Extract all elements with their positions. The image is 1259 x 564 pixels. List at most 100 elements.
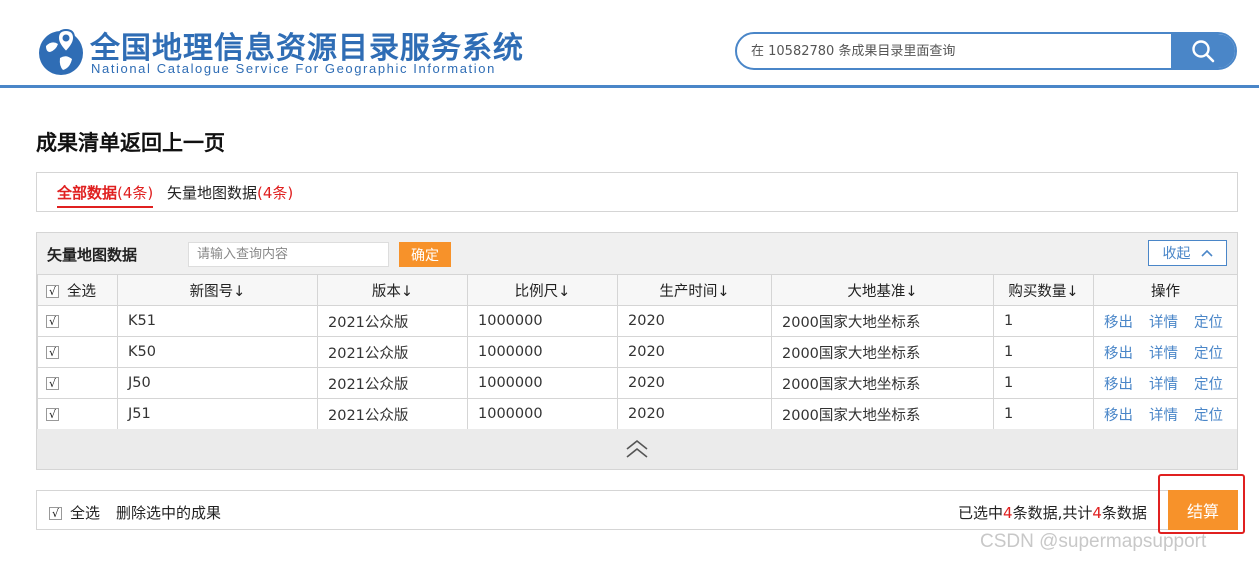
panel-title: 矢量地图数据 [47, 246, 138, 264]
cell-actions: 移出 详情 定位 [1093, 398, 1238, 430]
cell-actions: 移出 详情 定位 [1093, 367, 1238, 399]
cell-quantity: 1 [993, 398, 1094, 430]
select-all-checkbox[interactable]: √ [46, 285, 59, 298]
row-select-cell: √ [37, 367, 118, 399]
column-header-sheet[interactable]: 新图号↓ [117, 274, 318, 306]
row-select-cell: √ [37, 305, 118, 337]
column-header-quantity[interactable]: 购买数量↓ [993, 274, 1094, 306]
cell-year: 2020 [617, 305, 772, 337]
locate-link[interactable]: 定位 [1194, 408, 1223, 424]
results-table: √ 全选 新图号↓ 版本↓ 比例尺↓ 生产时间↓ 大地基准↓ 购买数量↓ 操作 √… [37, 274, 1238, 430]
table-header-row: √ 全选 新图号↓ 版本↓ 比例尺↓ 生产时间↓ 大地基准↓ 购买数量↓ 操作 [37, 274, 1238, 306]
column-header-scale[interactable]: 比例尺↓ [467, 274, 618, 306]
collapse-button[interactable]: 收起 [1148, 240, 1227, 266]
cell-quantity: 1 [993, 336, 1094, 368]
page-title[interactable]: 成果清单返回上一页 [36, 127, 225, 157]
cell-scale: 1000000 [467, 305, 618, 337]
search-button[interactable] [1171, 34, 1235, 68]
tab-vector-label: 矢量地图数据 [167, 184, 258, 202]
column-header-edition[interactable]: 版本↓ [317, 274, 468, 306]
cell-datum: 2000国家大地坐标系 [771, 367, 994, 399]
cell-year: 2020 [617, 367, 772, 399]
remove-link[interactable]: 移出 [1104, 377, 1133, 393]
table-row: √ K51 2021公众版 1000000 2020 2000国家大地坐标系 1… [37, 305, 1238, 337]
cell-edition: 2021公众版 [317, 305, 468, 337]
cell-sheet: J50 [117, 367, 318, 399]
footer-select-all-checkbox[interactable]: √ [49, 507, 62, 520]
expand-toggle[interactable] [37, 429, 1237, 469]
collapse-label: 收起 [1162, 246, 1191, 262]
select-all-label: 全选 [67, 283, 96, 300]
row-select-cell: √ [37, 398, 118, 430]
panel-header: 矢量地图数据 确定 收起 [37, 233, 1237, 274]
column-header-actions: 操作 [1093, 274, 1238, 306]
cell-year: 2020 [617, 398, 772, 430]
details-link[interactable]: 详情 [1149, 315, 1178, 331]
row-checkbox[interactable]: √ [46, 314, 59, 328]
row-checkbox[interactable]: √ [46, 407, 59, 421]
site-subtitle: National Catalogue Service For Geographi… [91, 61, 496, 76]
globe-pin-logo-icon [39, 28, 83, 75]
selected-count: 4 [1003, 504, 1013, 522]
search-box [735, 32, 1237, 70]
chevron-up-icon [1200, 249, 1213, 257]
search-icon [1192, 40, 1215, 63]
column-header-datum[interactable]: 大地基准↓ [771, 274, 994, 306]
tab-bar: 全部数据(4条) 矢量地图数据(4条) [36, 172, 1238, 212]
cell-sheet: J51 [117, 398, 318, 430]
header-select-all[interactable]: √ 全选 [37, 274, 118, 306]
selection-summary: 已选中4条数据,共计4条数据 [958, 502, 1147, 523]
locate-link[interactable]: 定位 [1194, 346, 1223, 362]
cell-sheet: K51 [117, 305, 318, 337]
cell-year: 2020 [617, 336, 772, 368]
confirm-button[interactable]: 确定 [399, 242, 451, 267]
tab-all-data[interactable]: 全部数据(4条) [57, 182, 154, 208]
search-input[interactable] [737, 34, 1173, 68]
details-link[interactable]: 详情 [1149, 346, 1178, 362]
cell-actions: 移出 详情 定位 [1093, 305, 1238, 337]
tab-all-count: (4条) [117, 184, 154, 202]
remove-link[interactable]: 移出 [1104, 346, 1133, 362]
row-checkbox[interactable]: √ [46, 376, 59, 390]
cell-datum: 2000国家大地坐标系 [771, 398, 994, 430]
footer-bar: √ 全选 删除选中的成果 已选中4条数据,共计4条数据 [36, 490, 1238, 530]
footer-select-all-label: 全选 [70, 504, 101, 522]
table-row: √ K50 2021公众版 1000000 2020 2000国家大地坐标系 1… [37, 336, 1238, 368]
cell-quantity: 1 [993, 305, 1094, 337]
cell-actions: 移出 详情 定位 [1093, 336, 1238, 368]
filter-input[interactable] [188, 242, 389, 267]
cell-scale: 1000000 [467, 398, 618, 430]
delete-selected-button[interactable]: 删除选中的成果 [116, 502, 221, 523]
cell-scale: 1000000 [467, 367, 618, 399]
summary-suffix: 条数据 [1101, 504, 1147, 522]
total-count: 4 [1092, 504, 1102, 522]
locate-link[interactable]: 定位 [1194, 377, 1223, 393]
watermark: CSDN @supermapsupport [980, 531, 1207, 552]
locate-link[interactable]: 定位 [1194, 315, 1223, 331]
row-checkbox[interactable]: √ [46, 345, 59, 359]
site-header: 全国地理信息资源目录服务系统 National Catalogue Servic… [0, 0, 1259, 88]
table-row: √ J51 2021公众版 1000000 2020 2000国家大地坐标系 1… [37, 398, 1238, 430]
checkout-highlight: 结算 [1158, 474, 1245, 534]
tab-vector-count: (4条) [257, 184, 294, 202]
remove-link[interactable]: 移出 [1104, 408, 1133, 424]
details-link[interactable]: 详情 [1149, 408, 1178, 424]
tab-vector-map-data[interactable]: 矢量地图数据(4条) [167, 182, 293, 203]
summary-prefix: 已选中 [958, 504, 1004, 522]
cell-sheet: K50 [117, 336, 318, 368]
details-link[interactable]: 详情 [1149, 377, 1178, 393]
vector-data-panel: 矢量地图数据 确定 收起 √ 全选 新图号↓ 版本↓ 比例尺↓ 生产时间↓ 大地基… [36, 232, 1238, 470]
checkout-button[interactable]: 结算 [1168, 490, 1238, 530]
cell-scale: 1000000 [467, 336, 618, 368]
cell-edition: 2021公众版 [317, 336, 468, 368]
table-row: √ J50 2021公众版 1000000 2020 2000国家大地坐标系 1… [37, 367, 1238, 399]
summary-mid: 条数据,共计 [1012, 504, 1093, 522]
row-select-cell: √ [37, 336, 118, 368]
footer-select-all[interactable]: √ 全选 [49, 502, 100, 523]
column-header-year[interactable]: 生产时间↓ [617, 274, 772, 306]
double-chevron-up-icon [626, 439, 648, 458]
cell-quantity: 1 [993, 367, 1094, 399]
tab-all-label: 全部数据 [57, 184, 118, 202]
cell-edition: 2021公众版 [317, 367, 468, 399]
remove-link[interactable]: 移出 [1104, 315, 1133, 331]
